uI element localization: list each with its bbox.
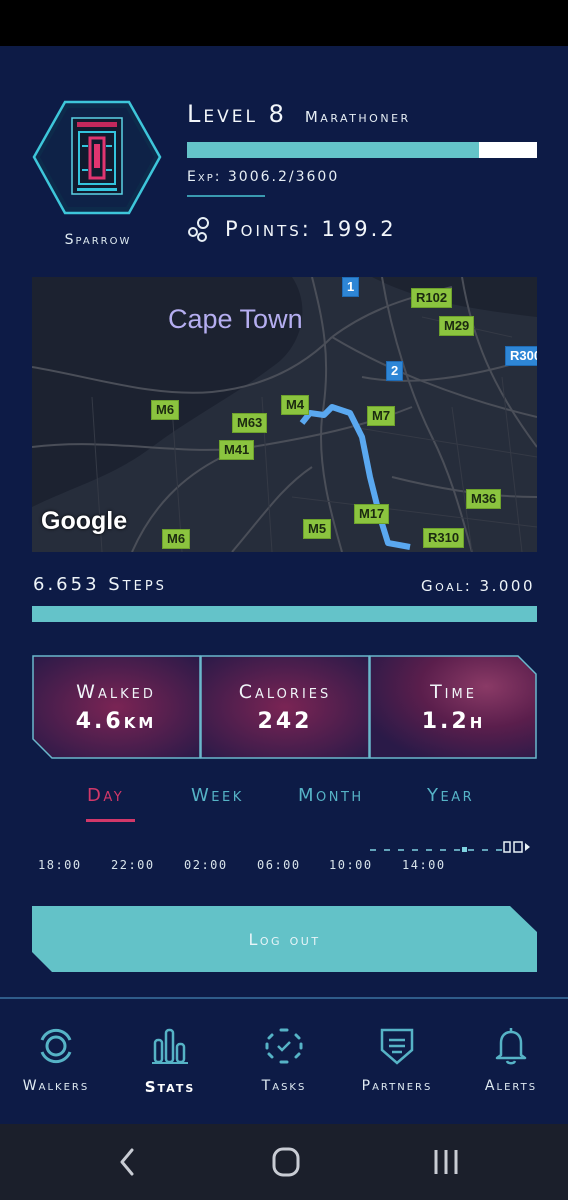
exp-underline [187,195,265,197]
steps-progress-fill [32,606,537,622]
tab-month[interactable]: Month [298,785,364,806]
calories-value: 242 [257,708,313,734]
road-label: M4 [281,395,310,415]
time-value: 1.2h [421,708,486,734]
road-label: M29 [439,316,475,336]
back-icon[interactable] [106,1146,146,1178]
time-axis-label: 02:00 [184,858,228,872]
exp-progress-bar [187,142,537,158]
rank-label: Marathoner [304,108,411,126]
calories-label: Calories [238,680,332,703]
nav-partners[interactable]: Partners [342,1026,452,1094]
period-tabs: Day Week Month Year [60,785,520,825]
avatar[interactable] [32,100,162,215]
map-city-label: Cape Town [168,304,303,334]
time-stat: Time 1.2h [370,655,537,759]
tasks-icon [265,1028,303,1064]
walked-stat: Walked 4.6km [32,655,200,759]
time-label: Time [430,680,477,703]
recents-icon[interactable] [426,1146,466,1178]
nav-walkers-label: Walkers [22,1078,90,1094]
tab-week[interactable]: Week [191,785,244,806]
road-label: R102 [411,288,453,308]
stats-panel: Walked 4.6km Calories 242 Time 1.2h [32,655,537,759]
logout-label: Log out [248,929,321,949]
exp-progress-fill [187,142,480,158]
time-axis-label: 22:00 [111,858,155,872]
nav-walkers[interactable]: Walkers [1,1026,111,1094]
exp-text: Exp: 3006.2/3600 [187,169,340,185]
nav-stats[interactable]: Stats [115,1026,225,1096]
steps-progress-bar [32,606,537,622]
time-axis-label: 10:00 [329,858,373,872]
system-nav-bar [0,1124,568,1200]
shield-icon [380,1028,414,1065]
road-label: 2 [386,361,404,381]
logout-button[interactable]: Log out [32,906,537,972]
bell-icon [495,1028,527,1065]
time-axis-label: 14:00 [402,858,446,872]
calories-stat: Calories 242 [201,655,369,759]
google-logo: Google [41,507,128,535]
activity-dashes [370,841,530,853]
road-label: M7 [367,406,396,426]
points-row: Points: 199.2 [187,211,397,247]
nav-divider [0,997,568,999]
status-bar [0,0,568,46]
road-label: M5 [303,519,332,539]
steps-goal: Goal: 3.000 [420,577,535,595]
walkers-icon [40,1028,72,1064]
username: Sparrow [64,232,132,248]
steps-count: 6.653 Steps [33,574,167,595]
home-icon[interactable] [266,1146,306,1178]
tab-year[interactable]: Year [427,785,474,806]
road-label: M36 [466,489,502,509]
level-label: Level 8 [187,100,287,128]
coins-icon [188,217,209,242]
nav-stats-label: Stats [144,1078,196,1096]
road-label: M6 [162,529,191,549]
activity-chart: 18:00 22:00 02:00 06:00 10:00 14:00 [36,838,541,878]
time-axis-label: 18:00 [38,858,82,872]
nav-tasks[interactable]: Tasks [229,1026,339,1094]
nav-tasks-label: Tasks [261,1078,307,1094]
road-label: M17 [354,504,390,524]
road-label: R300 [505,346,537,366]
walked-label: Walked [76,680,156,703]
nav-alerts[interactable]: Alerts [456,1026,566,1094]
road-label: M63 [232,413,268,433]
route-map[interactable]: Cape Town Google 1 R102 M29 R300 2 M6 M6… [32,277,537,552]
points-label: Points: 199.2 [225,217,397,241]
road-label: M41 [219,440,255,460]
level-row: Level 8 Marathoner [187,100,537,134]
time-axis-label: 06:00 [257,858,301,872]
active-tab-indicator [86,819,135,822]
road-label: R310 [423,528,465,548]
walked-value: 4.6km [75,708,157,734]
stats-icon [152,1028,188,1064]
road-label: M6 [151,400,180,420]
bottom-nav: Walkers Stats Tasks Partners Alerts [0,1010,568,1120]
tab-day[interactable]: Day [87,785,124,806]
nav-alerts-label: Alerts [484,1078,538,1094]
nav-partners-label: Partners [361,1078,433,1094]
road-label: 1 [342,277,360,297]
